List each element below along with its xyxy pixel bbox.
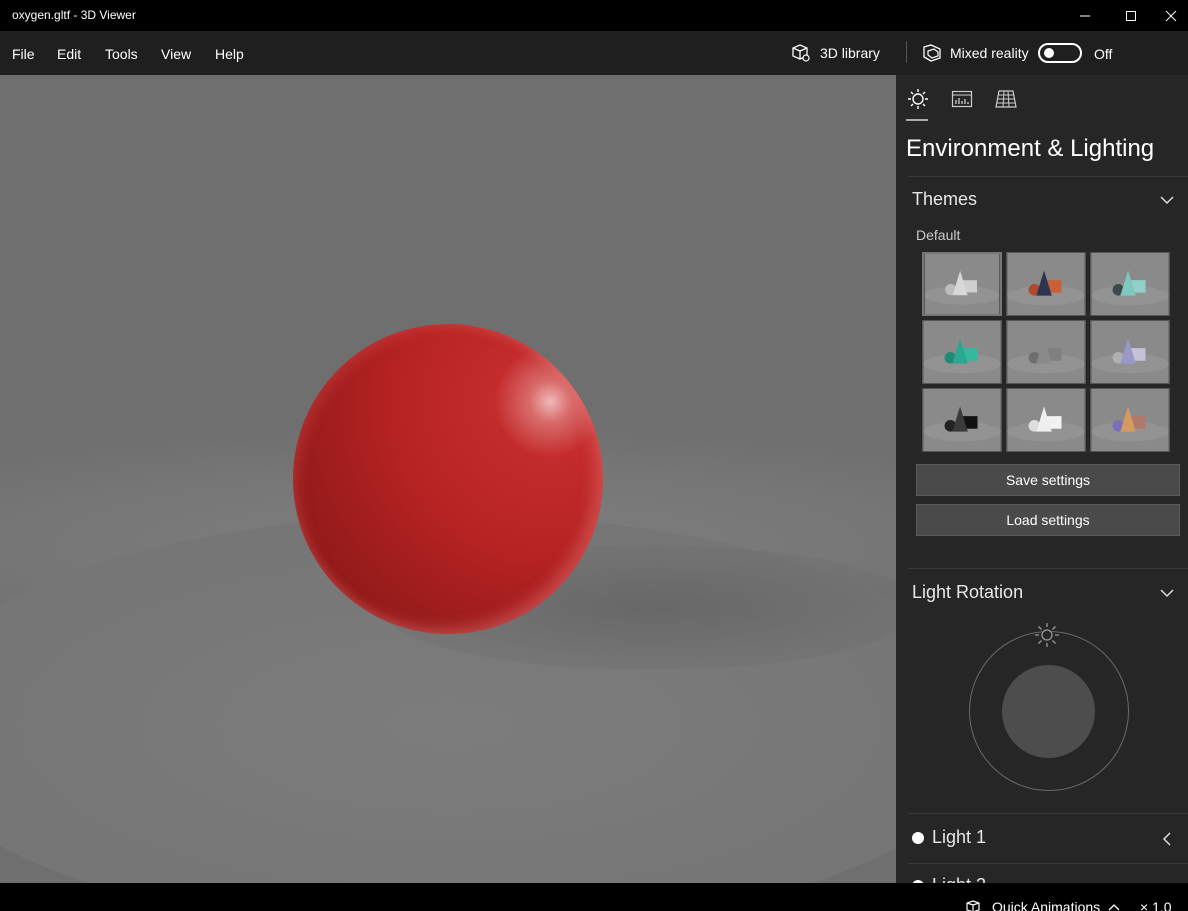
divider <box>908 863 1188 864</box>
stats-icon <box>951 90 973 108</box>
cube-icon <box>792 44 810 62</box>
theme-thumbnail[interactable] <box>1090 388 1170 452</box>
theme-preview-icon <box>1091 321 1169 383</box>
theme-thumbnail[interactable] <box>1090 252 1170 316</box>
minimize-button[interactable] <box>1062 0 1108 31</box>
divider <box>908 568 1188 569</box>
menu-tools[interactable]: Tools <box>105 46 138 62</box>
theme-preview-icon <box>1091 253 1169 315</box>
menu-file[interactable]: File <box>12 46 35 62</box>
mixed-reality-label: Mixed reality <box>950 45 1029 61</box>
light-1-label: Light 1 <box>932 827 987 847</box>
menu-view[interactable]: View <box>161 46 191 62</box>
theme-thumbnail[interactable] <box>922 320 1002 384</box>
theme-preview-icon <box>923 389 1001 451</box>
title-bar: oxygen.gltf - 3D Viewer <box>0 0 1188 31</box>
side-panel: Environment & Lighting Themes Default Sa… <box>896 75 1188 883</box>
chevron-down-icon[interactable] <box>1160 586 1174 600</box>
theme-thumbnail[interactable] <box>922 252 1002 316</box>
3d-viewport[interactable] <box>0 75 896 883</box>
light-rotation-header[interactable]: Light Rotation <box>912 582 1023 603</box>
close-icon <box>1165 10 1177 21</box>
tab-stats[interactable] <box>950 87 974 111</box>
light-2-row[interactable]: Light 2 <box>912 875 986 883</box>
animation-icon <box>966 900 980 911</box>
theme-thumbnail[interactable] <box>1006 252 1086 316</box>
maximize-icon <box>1126 10 1136 21</box>
menu-edit[interactable]: Edit <box>57 46 81 62</box>
theme-thumbnail[interactable] <box>1006 388 1086 452</box>
theme-thumbnail[interactable] <box>922 388 1002 452</box>
load-settings-button[interactable]: Load settings <box>916 504 1180 536</box>
theme-grid <box>922 252 1172 452</box>
sun-icon <box>908 89 928 109</box>
tab-environment-lighting[interactable] <box>906 87 930 121</box>
maximize-button[interactable] <box>1108 0 1154 31</box>
status-bar: Quick Animations × 1.0 <box>0 883 1188 911</box>
theme-preview-icon <box>924 254 1000 314</box>
3d-library-label: 3D library <box>820 45 880 61</box>
sun-icon <box>1035 623 1059 647</box>
theme-thumbnail[interactable] <box>1006 320 1086 384</box>
theme-preview-icon <box>923 321 1001 383</box>
theme-preview-icon <box>1007 321 1085 383</box>
light-2-label: Light 2 <box>932 875 986 883</box>
mixed-reality-icon <box>923 44 941 62</box>
menu-help[interactable]: Help <box>215 46 244 62</box>
window-title: oxygen.gltf - 3D Viewer <box>12 8 136 22</box>
quick-animations-button[interactable]: Quick Animations <box>964 899 1120 911</box>
divider <box>908 813 1188 814</box>
theme-thumbnail[interactable] <box>1090 320 1170 384</box>
theme-preview-icon <box>1007 389 1085 451</box>
panel-title: Environment & Lighting <box>906 135 1155 162</box>
selected-theme-label: Default <box>916 227 961 243</box>
themes-header[interactable]: Themes <box>912 189 977 210</box>
grid-icon <box>995 90 1017 108</box>
close-button[interactable] <box>1154 0 1188 31</box>
light-1-row[interactable]: Light 1 <box>912 827 986 848</box>
toolbar-divider <box>906 41 907 63</box>
theme-preview-icon <box>1007 253 1085 315</box>
chevron-left-icon[interactable] <box>1160 832 1174 846</box>
save-settings-button[interactable]: Save settings <box>916 464 1180 496</box>
mixed-reality-button[interactable]: Mixed reality <box>922 42 1029 64</box>
theme-preview-icon <box>1091 389 1169 451</box>
divider <box>908 176 1188 177</box>
toggle-knob <box>1044 48 1054 58</box>
chevron-down-icon[interactable] <box>1160 193 1174 207</box>
minimize-icon <box>1080 15 1090 16</box>
animation-speed[interactable]: × 1.0 <box>1140 899 1172 911</box>
menu-bar: File Edit Tools View Help 3D library Mix… <box>0 31 1188 75</box>
mixed-reality-toggle[interactable] <box>1038 43 1082 63</box>
red-sphere-model[interactable] <box>293 324 603 634</box>
tab-grid[interactable] <box>994 87 1018 111</box>
3d-library-button[interactable]: 3D library <box>790 42 880 64</box>
light-color-swatch <box>912 831 924 844</box>
light-rotation-handle[interactable] <box>1002 665 1095 758</box>
chevron-up-icon <box>1108 904 1120 911</box>
mixed-reality-state: Off <box>1094 46 1113 62</box>
quick-animations-label: Quick Animations <box>992 899 1101 911</box>
